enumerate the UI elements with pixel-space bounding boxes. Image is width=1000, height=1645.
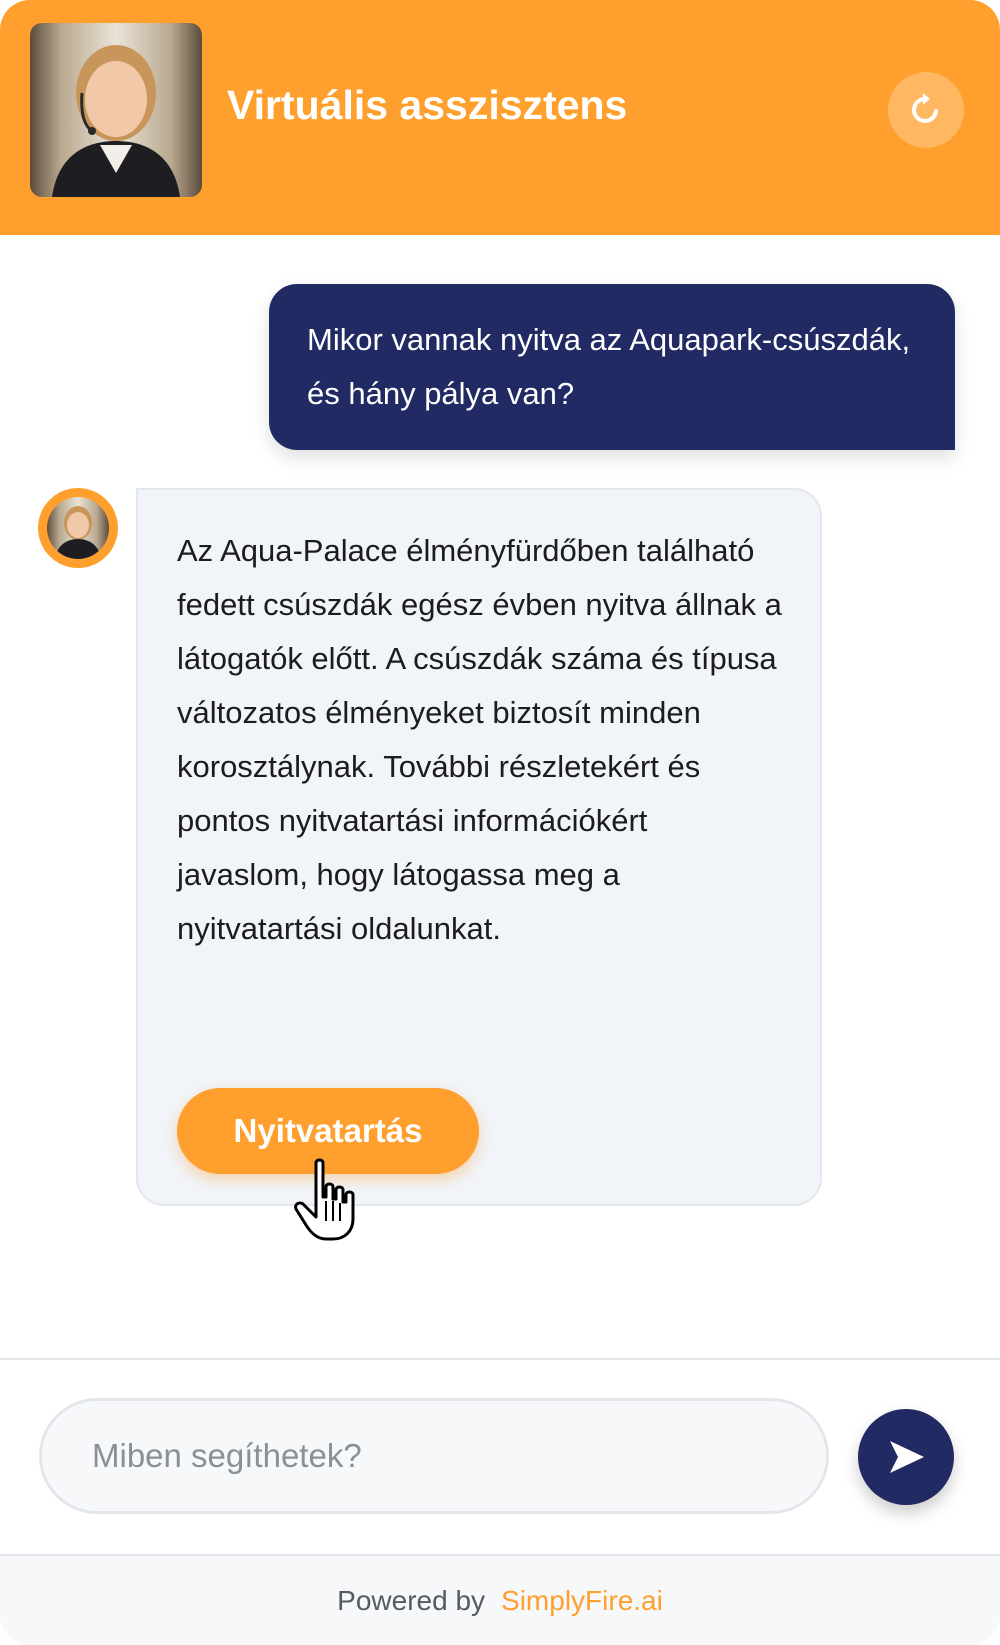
message-input[interactable]: [39, 1398, 829, 1514]
header-title: Virtuális asszisztens: [227, 82, 628, 128]
brand-link[interactable]: SimplyFire.ai: [501, 1585, 663, 1617]
footer: Powered by SimplyFire.ai: [0, 1556, 1000, 1645]
bot-avatar: [38, 488, 118, 568]
opening-hours-button[interactable]: Nyitvatartás: [177, 1088, 479, 1174]
chat-header: Virtuális asszisztens: [0, 0, 1000, 235]
assistant-portrait-icon: [52, 45, 180, 197]
user-message-text: Mikor vannak nyitva az Aquapark-csúszdák…: [307, 322, 911, 411]
chat-widget: Virtuális asszisztens Mikor vannak nyitv…: [0, 0, 1000, 1645]
powered-by-label: Powered by: [337, 1584, 486, 1616]
composer-divider: [0, 1358, 1000, 1360]
user-message-bubble: Mikor vannak nyitva az Aquapark-csúszdák…: [269, 284, 955, 450]
refresh-button[interactable]: [888, 72, 964, 148]
send-icon: [890, 1441, 924, 1473]
refresh-icon: [912, 93, 938, 123]
bot-message-bubble: Az Aqua-Palace élményfürdőben található …: [136, 488, 822, 1206]
bot-message-text: Az Aqua-Palace élményfürdőben található …: [177, 533, 782, 946]
send-button[interactable]: [858, 1409, 954, 1505]
assistant-avatar: [30, 23, 202, 197]
bot-avatar-image: [47, 497, 109, 559]
assistant-small-portrait-icon: [55, 506, 101, 559]
